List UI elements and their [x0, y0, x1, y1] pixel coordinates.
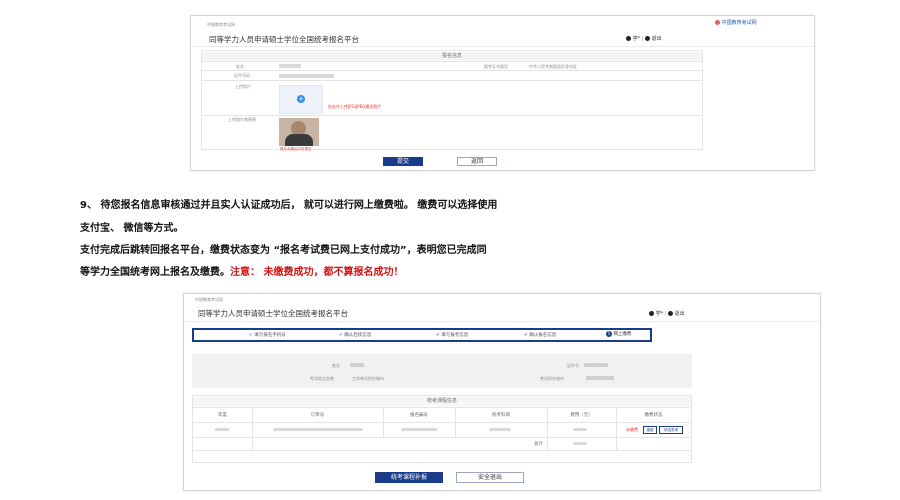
payment-status: 未缴费 — [626, 427, 638, 432]
upload-dropzone[interactable]: + — [279, 85, 323, 114]
user-icon — [626, 36, 631, 41]
id-value — [279, 74, 334, 78]
id-value — [584, 363, 608, 367]
progress-steps: ✔ 填写报名手机号 ✔ 确认后续信息 ✔ 填写报考信息 ✔ 确认报名信息 5 网… — [192, 328, 652, 342]
pay-button[interactable]: 缴费 — [643, 426, 657, 434]
fee-value — [573, 428, 587, 431]
top-screenshot: 中国教育考试网 同等学力人员申请硕士学位全国统考报名平台 学* | 退出 中国教… — [190, 15, 815, 171]
upload-label: 上传照片 — [235, 84, 251, 89]
logout-link[interactable]: 退出 — [652, 36, 662, 42]
check-icon: ✔ — [249, 333, 253, 338]
photo-preview — [279, 118, 319, 146]
page-title: 同等学力人员申请硕士学位全国统考报名平台 — [198, 309, 348, 318]
user-icon — [649, 311, 654, 316]
exam-place-label: 考试地点名称 — [310, 376, 334, 381]
instruction-line-3: 支付完成后跳转回报名平台，缴费状态变为 “报名考试费已网上支付成功”，表明您已完… — [80, 245, 487, 256]
warning-text: 注意： 未缴费成功，都不算报名成功！ — [230, 267, 404, 278]
id-label: 证件号码 — [234, 73, 250, 78]
name-value — [350, 363, 364, 367]
instruction-line-4: 等学力全国统考网上报名及缴费。注意： 未缴费成功，都不算报名成功！ — [80, 267, 404, 278]
breadcrumb: 中国教育考试网 — [195, 297, 223, 302]
supplement-course-button[interactable]: 统考课程补报 — [375, 472, 443, 483]
username: 学* — [632, 36, 641, 42]
breadcrumb: 中国教育考试网 — [207, 22, 235, 27]
step-1: ✔ 填写报名手机号 — [249, 333, 286, 338]
logout-icon — [667, 311, 673, 316]
year-value — [215, 428, 229, 431]
plus-icon: + — [297, 95, 305, 103]
step-3: ✔ 填写报考信息 — [436, 333, 469, 338]
name-label: 姓名 — [332, 363, 340, 368]
exam-place-value: 工作单位所在城市 — [352, 376, 384, 381]
brand-logo: 中国教育考试网 — [715, 19, 757, 26]
status-query-button[interactable]: 状态查询 — [659, 426, 683, 434]
exam-site-label: 考试所在城市 — [540, 376, 564, 381]
info-panel: 姓名 证件号 考试地点名称 工作单位所在城市 考试所在城市 — [192, 354, 692, 388]
back-button[interactable]: 返回 — [457, 157, 497, 166]
username: 学* — [655, 311, 664, 317]
section-header: 报名信息 — [202, 52, 702, 60]
course-table: 统考课程信息 年度 订单号 报名编号 统考科目 费用（元） 缴费状态 未缴费 缴… — [192, 395, 692, 463]
table-header: 缴费状态 — [644, 413, 663, 418]
id-label: 证件号 — [567, 363, 579, 368]
table-caption: 统考课程信息 — [193, 397, 691, 406]
logo-icon — [715, 20, 720, 25]
instruction-line-2: 支付宝、 微信等方式。 — [80, 223, 184, 234]
table-header: 报名编号 — [410, 413, 428, 418]
bottom-screenshot: 中国教育考试网 同等学力人员申请硕士学位全国统考报名平台 学* | 退出 ✔ 填… — [183, 293, 821, 491]
user-menu[interactable]: 学* | 退出 — [626, 35, 662, 42]
logout-icon — [644, 36, 650, 41]
check-icon: ✔ — [339, 333, 343, 338]
total-value — [573, 442, 587, 445]
order-number-value — [273, 428, 363, 431]
safe-logout-button[interactable]: 安全退出 — [456, 472, 524, 483]
step-number-badge: 5 — [606, 331, 612, 337]
table-header: 订单号 — [310, 413, 325, 418]
registration-form: 报名信息 姓名 报考证书类型 中华人民共和国居民身份证 证件号码 上传照片 + … — [201, 50, 703, 151]
photo-hint: 照片合格后方可提交 — [280, 147, 312, 151]
total-label: 总计 — [534, 442, 543, 447]
registration-number-value — [401, 428, 437, 431]
subject-value — [489, 428, 511, 431]
photo-label: 上传照片效果图 — [228, 117, 256, 122]
check-icon: ✔ — [436, 333, 440, 338]
upload-hint: 仅允许上传JPG/JPEG格式图片 — [328, 104, 382, 109]
user-menu[interactable]: 学* | 退出 — [649, 310, 685, 317]
logout-link[interactable]: 退出 — [675, 311, 685, 317]
instruction-line-1: 9、 待您报名信息审核通过并且实人认证成功后， 就可以进行网上缴费啦。 缴费可以… — [80, 200, 498, 211]
table-header: 年度 — [218, 413, 227, 418]
exam-site-value — [586, 376, 614, 380]
table-header: 统考科目 — [492, 413, 510, 418]
step-2: ✔ 确认后续信息 — [339, 333, 372, 338]
step-5: 5 网上缴费 — [606, 331, 632, 337]
step-4: ✔ 确认报名信息 — [524, 333, 557, 338]
table-header: 费用（元） — [570, 413, 593, 418]
name-value — [279, 64, 301, 68]
submit-button[interactable]: 提交 — [383, 157, 423, 166]
check-icon: ✔ — [524, 333, 528, 338]
page-title: 同等学力人员申请硕士学位全国统考报名平台 — [209, 35, 359, 44]
